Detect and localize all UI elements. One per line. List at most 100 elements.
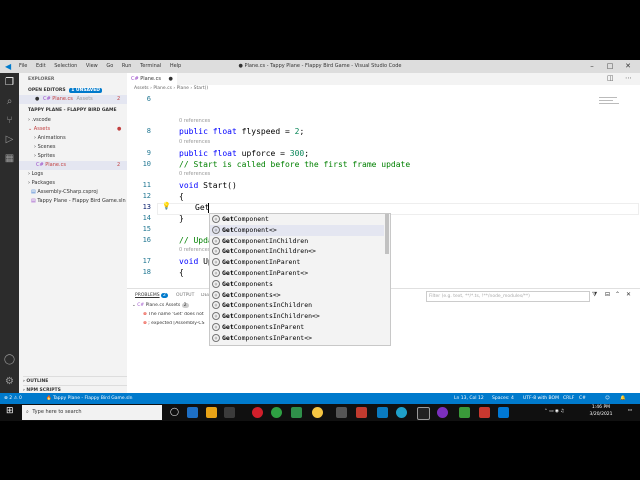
codelens-references[interactable]: 0 references [179,118,210,124]
codelens-references[interactable]: 0 references [179,247,210,253]
eol-status[interactable]: CRLF [563,393,574,404]
open-editors-header[interactable]: OPEN EDITORS 1 UNSAVED [28,86,136,95]
search-icon[interactable]: ⌕ [3,95,16,108]
account-icon[interactable]: ◯ [3,353,16,366]
collapse-all-icon[interactable]: ⊟ [605,291,610,298]
blue-app-icon[interactable] [377,407,388,418]
codelens-references[interactable]: 0 references [179,171,210,177]
close-window-icon[interactable]: ✕ [620,60,636,73]
tab-output[interactable]: OUTPUT [176,293,194,298]
language-status[interactable]: C# [579,393,586,404]
encoding-status[interactable]: UTF-8 with BOM [523,393,559,404]
green-app-icon[interactable] [291,407,302,418]
extensions-icon[interactable]: ▦ [3,152,16,165]
problem-item[interactable]: ⊗ The name 'Get' does not [143,312,211,317]
open-editor-item[interactable]: ● C# Plane.cs Assets 2 [19,95,127,104]
gray-app-icon[interactable] [336,407,347,418]
project-header[interactable]: TAPPY PLANE - FLAPPY BIRD GAME [28,106,136,115]
menu-run[interactable]: Run [122,60,132,73]
tree-item[interactable]: › Packages [19,179,127,188]
problems-status[interactable]: ⊗ 2 ⚠ 0 [4,393,22,404]
unsaved-dot-icon[interactable]: ● [169,76,173,82]
indentation-status[interactable]: Spaces: 4 [492,393,514,404]
tree-item[interactable]: › Logs [19,170,127,179]
suggestion-scrollbar[interactable] [385,214,389,254]
suggestion-item[interactable]: ◎ GetComponentsInParent [210,322,384,333]
tab-problems[interactable]: PROBLEMS 2 [135,293,168,298]
suggestion-item[interactable]: ◎ GetComponentInChildren<> [210,246,384,257]
suggestion-item[interactable]: ◎ GetComponentInParent<> [210,268,384,279]
edge-app-icon[interactable] [396,407,407,418]
feedback-icon[interactable]: ☺ [605,393,610,404]
suggestion-item[interactable]: ◎ GetComponentsInChildren [210,300,384,311]
opera-app-icon[interactable] [252,407,263,418]
suggestion-item[interactable]: ◎ GetComponentInChildren [210,236,384,247]
tree-item-selected[interactable]: C# Plane.cs 2 [19,161,127,170]
unity-app-icon[interactable] [417,407,430,420]
clock-date[interactable]: 3/20/2021 [586,412,616,417]
breadcrumb-item[interactable]: Assets [134,86,149,91]
breadcrumb-item[interactable]: Plane.cs [153,86,172,91]
codelens-references[interactable]: 0 references [179,139,210,145]
windows-start-icon[interactable]: ⊞ [6,406,14,416]
yellow-app-icon[interactable] [312,407,323,418]
taskbar-search-box[interactable]: ⌕ Type here to search [22,405,162,420]
cursor-position[interactable]: Ln 13, Col 12 [454,393,484,404]
vscode-app-icon[interactable] [498,407,509,418]
clock-time[interactable]: 1:46 PM [586,405,616,410]
tree-item[interactable]: ⌄ Assets ● [19,125,127,134]
maximize-panel-icon[interactable]: ⌃ [615,291,620,298]
problems-filter-input[interactable]: Filter (e.g. text, **/*.ts, !**/node_mod… [426,291,590,302]
suggestion-item[interactable]: ◎ GetComponents<> [210,290,384,301]
minimize-icon[interactable]: – [584,60,600,73]
task-view-icon[interactable]: ◯ [170,407,179,416]
breadcrumb-item[interactable]: Plane [177,86,189,91]
lightbulb-icon[interactable]: 💡 [162,202,171,210]
explorer-icon[interactable]: ❐ [3,76,16,89]
menu-help[interactable]: Help [170,60,181,73]
close-panel-icon[interactable]: ✕ [626,291,631,298]
project-status[interactable]: 🔥 Tappy Plane - Flappy Bird Game.sln [46,393,133,404]
source-control-icon[interactable]: ⑂ [3,114,16,127]
tree-item[interactable]: ▤ Assembly-CSharp.csproj [19,188,127,197]
breadcrumb-item[interactable]: Start() [194,86,209,91]
camtasia-app-icon[interactable] [459,407,470,418]
red-app-icon[interactable] [356,407,367,418]
folder-app-icon[interactable] [206,407,217,418]
suggestion-item[interactable]: ◎ GetComponentInParent [210,257,384,268]
suggestion-item[interactable]: ◎ GetComponent [210,214,384,225]
chrome-app-icon[interactable] [271,407,282,418]
problem-item[interactable]: ⊗ ; expected [Assembly-CS [143,321,211,326]
minimap[interactable] [599,95,623,115]
menu-view[interactable]: View [86,60,98,73]
suggestion-item-selected[interactable]: ◎ GetComponent<> [210,224,384,236]
suggestion-item[interactable]: ◎ GetComponentsInParent<> [210,333,384,344]
file-explorer-app-icon[interactable] [187,407,198,418]
menu-terminal[interactable]: Terminal [140,60,161,73]
run-debug-icon[interactable]: ▷ [3,133,16,146]
tray-icons[interactable]: ⌃ ▭ ◉ ♫ [544,409,584,414]
menu-go[interactable]: Go [106,60,113,73]
split-editor-icon[interactable]: ◫ [607,74,614,82]
problems-file-row[interactable]: ⌄ C# Plane.cs Assets 2 [132,303,189,308]
more-actions-icon[interactable]: ⋯ [625,74,632,82]
gear-icon[interactable]: ⚙ [3,375,16,388]
menu-file[interactable]: File [19,60,27,73]
tree-item[interactable]: › Scenes [19,143,127,152]
tab-debug-console[interactable]: DEBUG CONSOLE [201,293,209,298]
tree-item[interactable]: › Animations [19,134,127,143]
menu-edit[interactable]: Edit [36,60,46,73]
tree-item[interactable]: ▤ Tappy Plane - Flappy Bird Game.sln [19,197,127,206]
menu-selection[interactable]: Selection [54,60,77,73]
notification-center-icon[interactable]: ▭ [628,408,632,413]
suggestion-item[interactable]: ◎ GetComponentsInChildren<> [210,311,384,322]
store-app-icon[interactable] [224,407,235,418]
purple-app-icon[interactable] [437,407,448,418]
tree-item[interactable]: › Sprites [19,152,127,161]
tab-plane-cs[interactable]: C# Plane.cs ● [127,73,177,85]
suggestion-item[interactable]: ◎ GetComponents [210,279,384,290]
filter-icon[interactable]: ⧩ [592,291,597,299]
tree-item[interactable]: › .vscode [19,116,127,125]
maximize-icon[interactable]: □ [602,60,618,73]
recorder-app-icon[interactable] [479,407,490,418]
